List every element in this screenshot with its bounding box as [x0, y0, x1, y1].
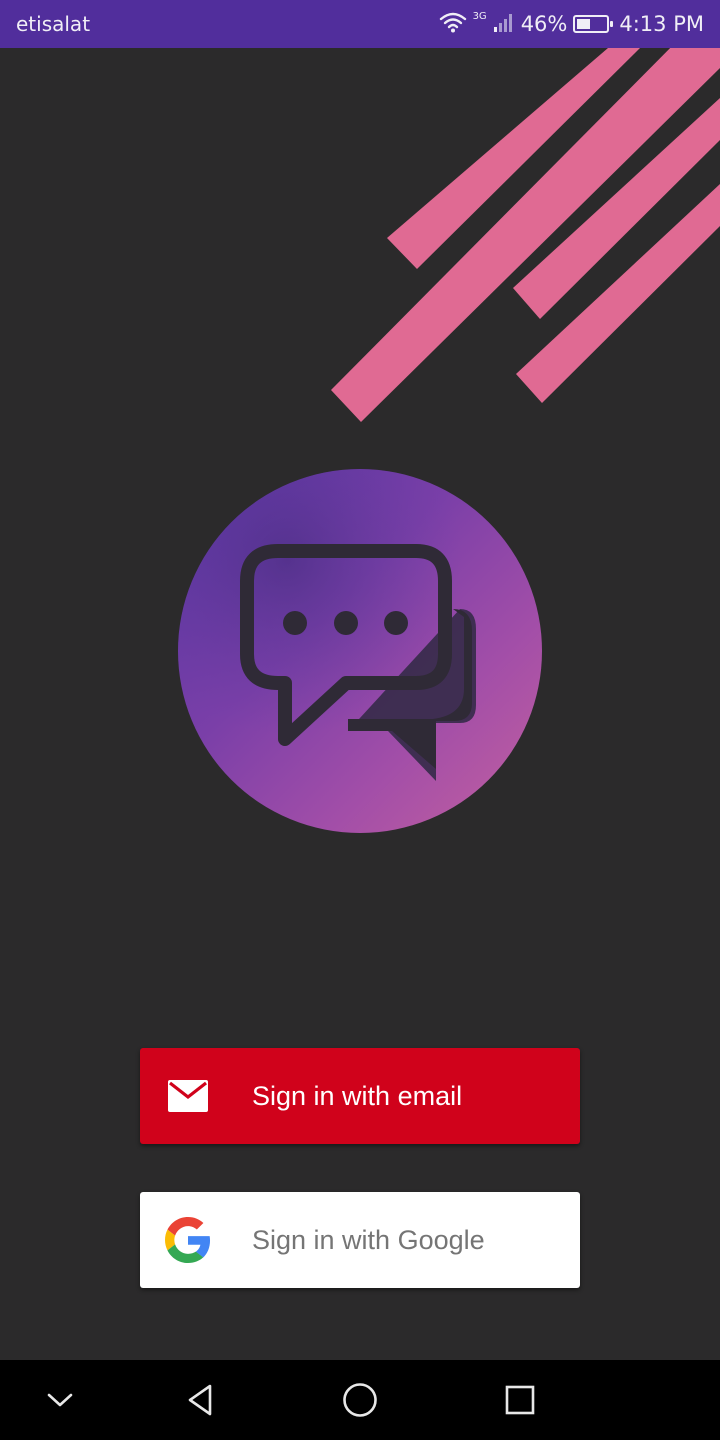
mail-icon [164, 1072, 212, 1120]
google-g-icon [164, 1216, 212, 1264]
home-icon[interactable] [336, 1376, 384, 1424]
battery-percent: 46% [520, 12, 568, 36]
carrier-name: etisalat [16, 12, 91, 36]
sign-in-email-button[interactable]: Sign in with email [140, 1048, 580, 1144]
chat-bubbles-icon [178, 469, 542, 833]
signal-icon [493, 11, 515, 37]
status-indicators: 3G 46% 4:13 PM [439, 8, 704, 40]
battery-fill [577, 19, 591, 29]
sign-in-google-button[interactable]: Sign in with Google [140, 1192, 580, 1288]
recents-icon[interactable] [496, 1376, 544, 1424]
battery-icon [573, 15, 614, 33]
app-logo [178, 469, 542, 833]
navigation-bar [0, 1360, 720, 1440]
wifi-icon [439, 11, 467, 37]
sign-in-google-label: Sign in with Google [252, 1225, 485, 1255]
network-type: 3G [472, 11, 487, 22]
status-bar: etisalat 3G 46% 4:13 PM [0, 0, 720, 48]
sign-in-email-label: Sign in with email [252, 1081, 463, 1111]
decorative-stripes [331, 48, 720, 422]
clock: 4:13 PM [619, 12, 704, 36]
collapse-chevron-icon[interactable] [36, 1376, 84, 1424]
login-screen: etisalat 3G 46% 4:13 PM Sign in with ema… [0, 0, 720, 1440]
back-icon[interactable] [176, 1376, 224, 1424]
